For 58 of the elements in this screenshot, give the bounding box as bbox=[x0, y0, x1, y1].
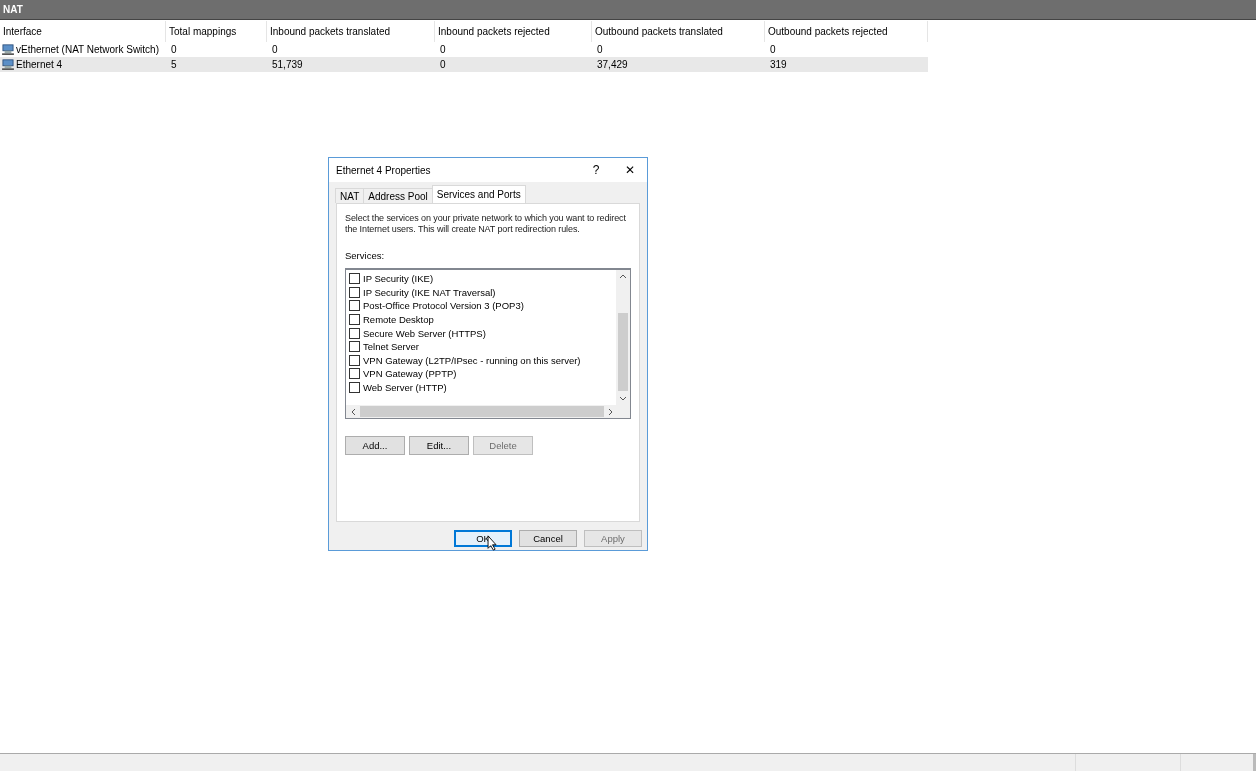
service-label[interactable]: Secure Web Server (HTTPS) bbox=[363, 327, 486, 339]
checkbox[interactable] bbox=[349, 341, 360, 353]
horizontal-scrollbar[interactable] bbox=[346, 405, 630, 418]
checkbox[interactable] bbox=[349, 368, 360, 380]
table-cell: 0 bbox=[440, 59, 446, 70]
table-cell: 0 bbox=[171, 44, 177, 55]
column-header[interactable]: Interface bbox=[0, 21, 166, 42]
service-label[interactable]: VPN Gateway (PPTP) bbox=[363, 368, 457, 380]
list-button[interactable]: Add... bbox=[345, 436, 405, 455]
column-header[interactable]: Outbound packets translated bbox=[592, 21, 765, 42]
table-cell: 51,739 bbox=[272, 59, 303, 70]
checkbox[interactable] bbox=[349, 273, 360, 285]
scroll-up-icon[interactable] bbox=[619, 273, 627, 279]
service-label[interactable]: Post-Office Protocol Version 3 (POP3) bbox=[363, 300, 524, 312]
service-label[interactable]: IP Security (IKE NAT Traversal) bbox=[363, 286, 496, 298]
description-text: Select the services on your private network to which you want to redirect the Internet users. This will create NAT port redirection rules. bbox=[345, 213, 627, 235]
services-label: Services: bbox=[345, 250, 386, 261]
table-cell: 5 bbox=[171, 59, 177, 70]
service-label[interactable]: Telnet Server bbox=[363, 341, 419, 353]
service-label[interactable]: Web Server (HTTP) bbox=[363, 382, 447, 394]
checkbox[interactable] bbox=[349, 327, 360, 339]
checkbox[interactable] bbox=[349, 314, 360, 326]
dialog-title: Ethernet 4 Properties bbox=[336, 164, 432, 176]
service-label[interactable]: VPN Gateway (L2TP/IPsec - running on this server) bbox=[363, 354, 581, 366]
service-label[interactable]: IP Security (IKE) bbox=[363, 273, 434, 285]
checkbox[interactable] bbox=[349, 300, 360, 312]
help-button[interactable]: ? bbox=[579, 163, 613, 177]
mouse-cursor-icon bbox=[487, 535, 498, 551]
checkbox[interactable] bbox=[349, 286, 360, 298]
column-header[interactable]: Outbound packets rejected bbox=[765, 21, 928, 42]
column-header[interactable]: Total mappings bbox=[166, 21, 267, 42]
scroll-down-icon[interactable] bbox=[619, 396, 627, 402]
service-label[interactable]: Remote Desktop bbox=[363, 314, 434, 326]
table-cell: 319 bbox=[770, 59, 787, 70]
checkbox[interactable] bbox=[349, 382, 360, 394]
column-header[interactable]: Inbound packets translated bbox=[267, 21, 435, 42]
tab[interactable]: NAT bbox=[335, 188, 365, 203]
list-button[interactable]: Edit... bbox=[409, 436, 469, 455]
table-cell: Ethernet 4 bbox=[16, 59, 63, 70]
close-button[interactable]: ✕ bbox=[613, 163, 647, 177]
checkbox[interactable] bbox=[349, 354, 360, 366]
column-header[interactable]: Inbound packets rejected bbox=[435, 21, 592, 42]
tab[interactable]: Services and Ports bbox=[431, 185, 526, 203]
table-cell: 0 bbox=[770, 44, 776, 55]
tab[interactable]: Address Pool bbox=[363, 188, 433, 203]
table-row[interactable]: vEthernet (NAT Network Switch) 0 0 0 0 0 bbox=[0, 42, 928, 57]
table-cell: 37,429 bbox=[597, 59, 628, 70]
scroll-right-icon[interactable] bbox=[608, 407, 614, 416]
table-row[interactable]: Ethernet 4 5 51,739 0 37,429 319 bbox=[0, 57, 928, 72]
table-cell: 0 bbox=[272, 44, 278, 55]
panel-title: NAT bbox=[3, 4, 23, 15]
vertical-scrollbar[interactable] bbox=[616, 270, 630, 405]
table-cell: 0 bbox=[440, 44, 446, 55]
dialog-button[interactable]: OK bbox=[454, 530, 512, 547]
dialog-button[interactable]: Cancel bbox=[519, 530, 577, 547]
scroll-left-icon[interactable] bbox=[350, 407, 356, 416]
table-cell: 0 bbox=[597, 44, 603, 55]
table-cell: vEthernet (NAT Network Switch) bbox=[16, 44, 159, 55]
